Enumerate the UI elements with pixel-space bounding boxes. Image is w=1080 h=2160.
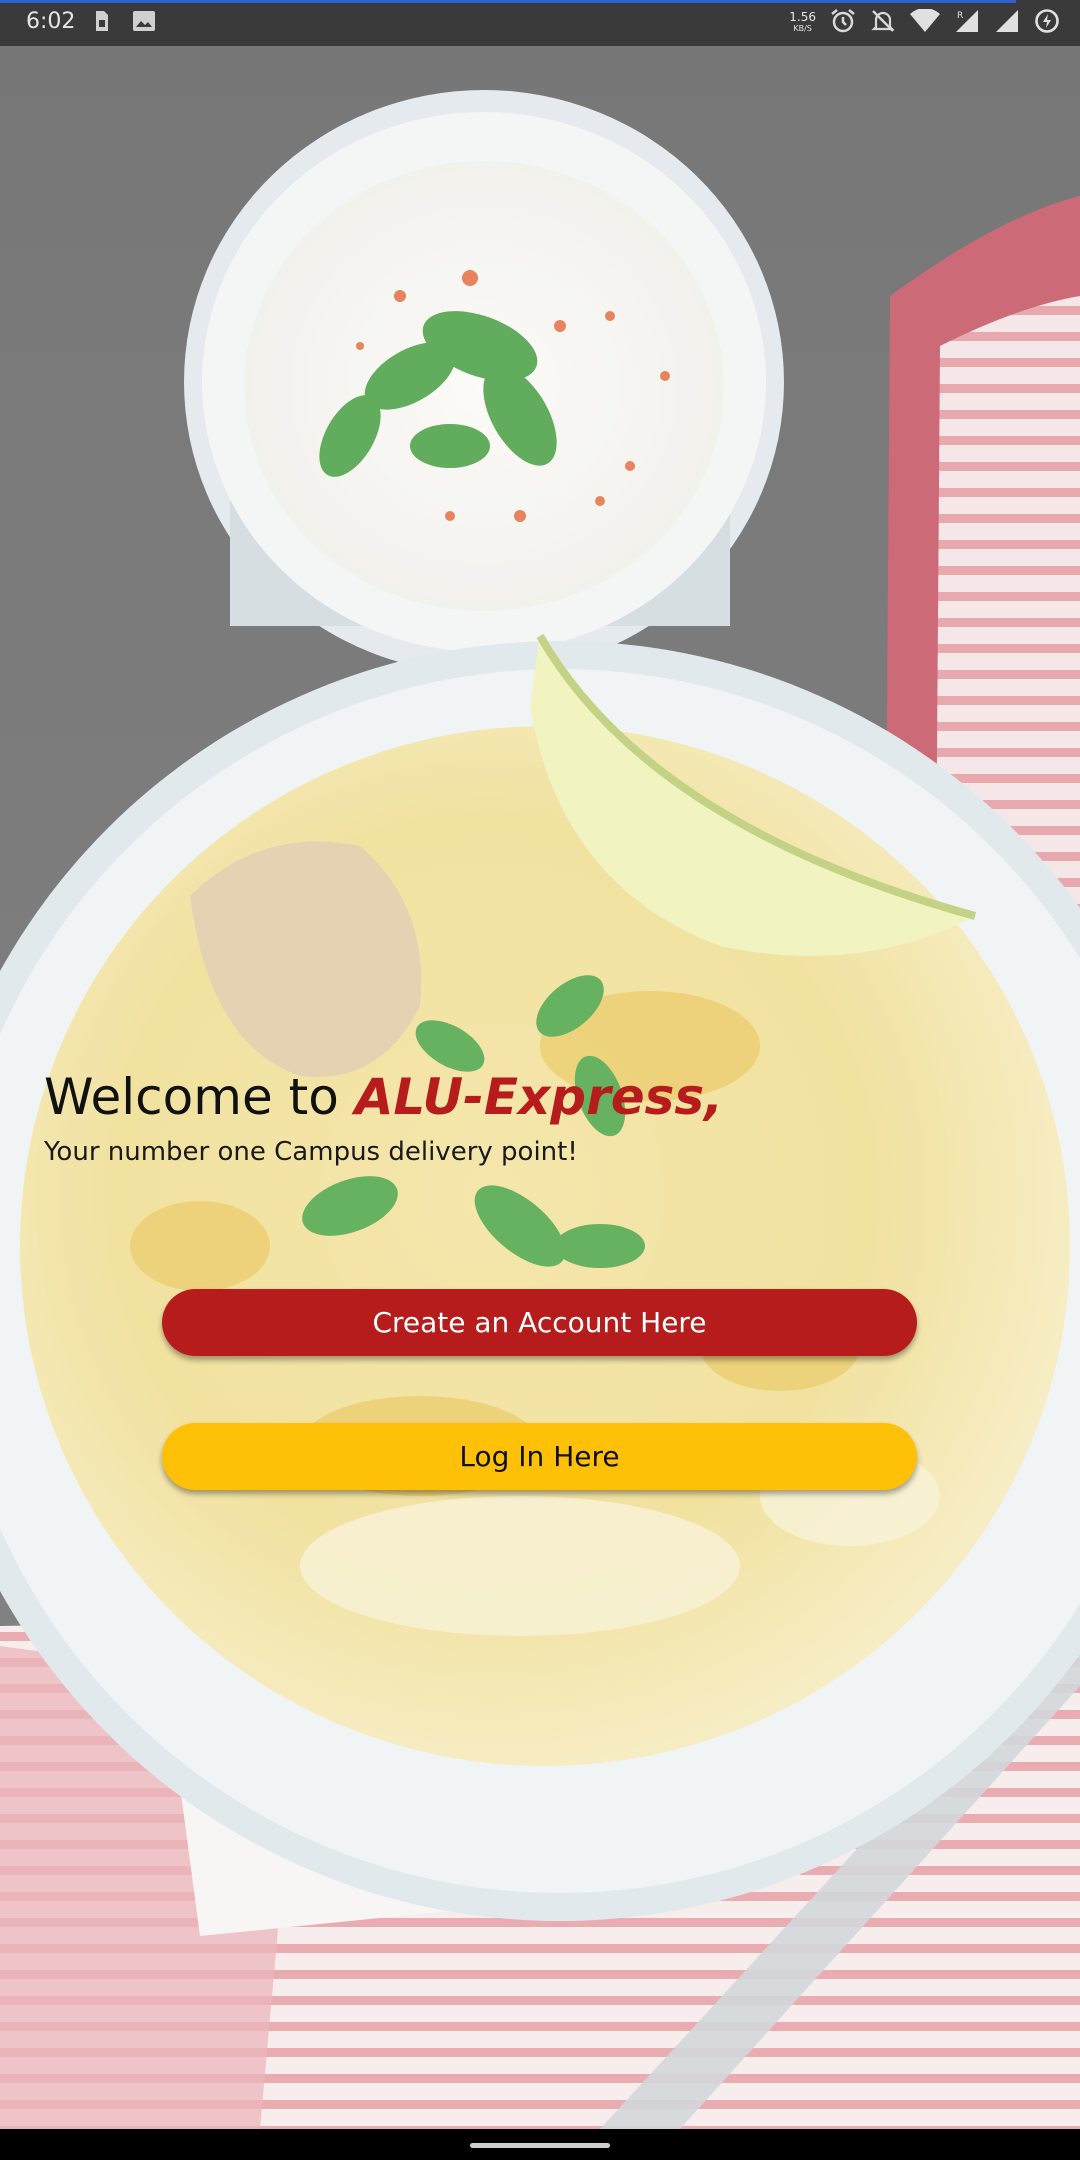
- sim-card-icon: [94, 10, 110, 36]
- svg-text:R: R: [957, 11, 963, 21]
- tagline: Your number one Campus delivery point!: [44, 1137, 578, 1167]
- brand-name: ALU-Express,: [354, 1068, 724, 1126]
- battery-saver-icon: [1034, 8, 1060, 38]
- network-speed-unit: KB/S: [793, 24, 812, 33]
- home-gesture-handle[interactable]: [470, 2143, 610, 2148]
- wifi-icon: [910, 8, 940, 37]
- signal-roaming-icon: R: [954, 8, 980, 38]
- navigation-bar: [0, 2129, 1080, 2160]
- status-bar: 6:02 1.56 KB/S R: [0, 0, 1080, 46]
- welcome-screen: 6:02 1.56 KB/S R Welcome to ALU-Express,…: [0, 0, 1080, 2160]
- network-speed: 1.56 KB/S: [789, 11, 816, 35]
- log-in-button[interactable]: Log In Here: [162, 1423, 917, 1490]
- status-accent-line: [0, 0, 1016, 3]
- create-account-button[interactable]: Create an Account Here: [162, 1289, 917, 1356]
- status-time: 6:02: [26, 9, 76, 34]
- signal-icon: [994, 8, 1020, 38]
- welcome-heading: Welcome to ALU-Express,: [44, 1068, 723, 1126]
- network-speed-value: 1.56: [789, 10, 816, 24]
- alarm-icon: [830, 8, 856, 38]
- notifications-off-icon: [870, 8, 896, 38]
- image-icon: [132, 10, 156, 36]
- welcome-prefix: Welcome to: [44, 1068, 355, 1126]
